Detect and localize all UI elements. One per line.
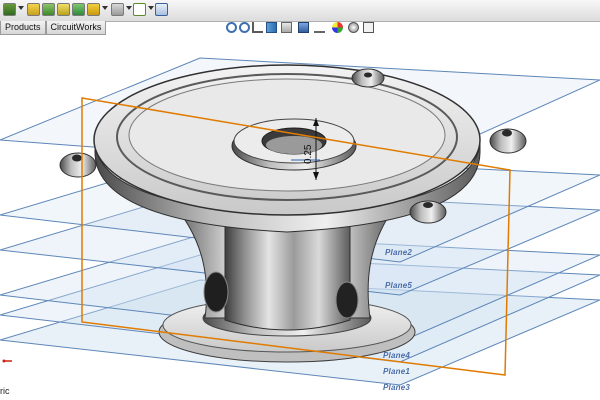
reference-triad-icon (2, 359, 12, 363)
plane-label-plane4[interactable]: Plane4 (383, 351, 410, 360)
dimension-value[interactable]: 0.25 (303, 144, 314, 164)
side-opening-right (335, 281, 359, 319)
plane-label-plane1[interactable]: Plane1 (383, 367, 410, 376)
bolt-hole-left (72, 154, 82, 162)
ear-back (351, 68, 385, 88)
bolt-hole-back (364, 72, 372, 78)
plane-label-plane2[interactable]: Plane2 (385, 248, 412, 257)
side-opening-left (203, 271, 229, 313)
plane-label-plane5[interactable]: Plane5 (385, 281, 412, 290)
plane-label-plane3[interactable]: Plane3 (383, 383, 410, 392)
bolt-hole-right (502, 129, 512, 137)
view-orientation-label: ric (0, 386, 10, 396)
bolt-hole-front (423, 202, 433, 208)
graphics-area[interactable]: 0.25 (0, 0, 600, 400)
